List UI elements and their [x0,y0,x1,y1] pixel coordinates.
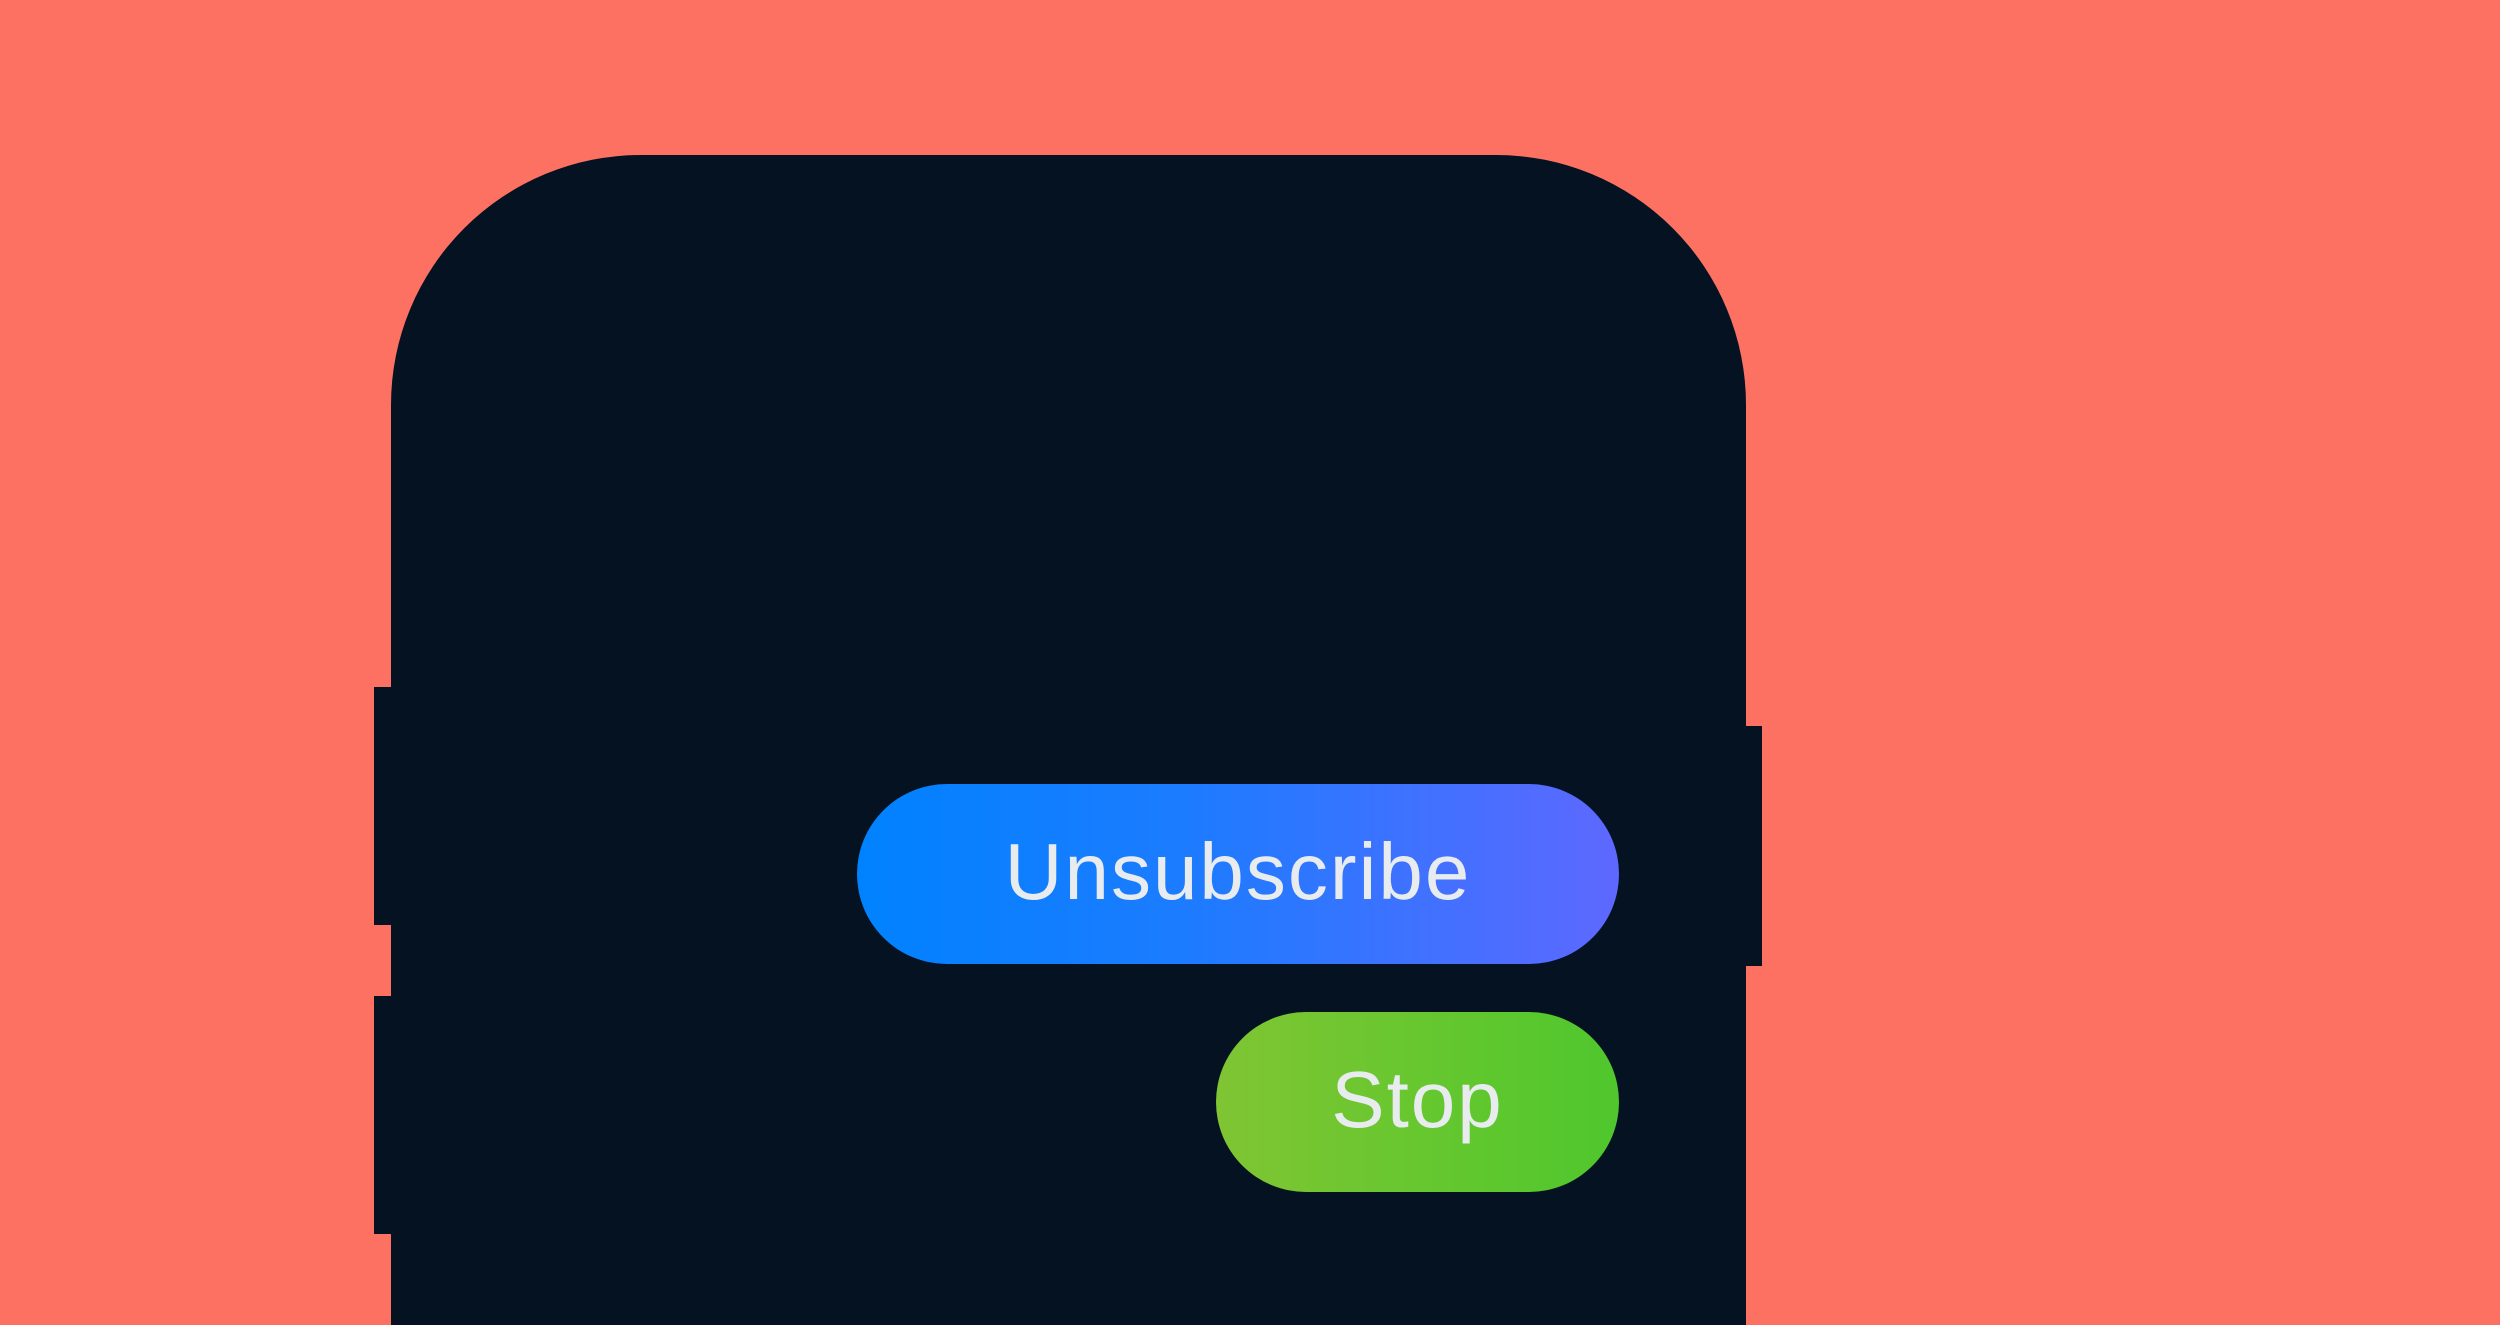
unsubscribe-button[interactable]: Unsubscribe [857,784,1619,964]
unsubscribe-button-label: Unsubscribe [1004,827,1472,916]
stop-button[interactable]: Stop [1216,1012,1619,1192]
scene: Unsubscribe Stop [0,0,2500,1325]
stop-button-label: Stop [1331,1055,1504,1144]
